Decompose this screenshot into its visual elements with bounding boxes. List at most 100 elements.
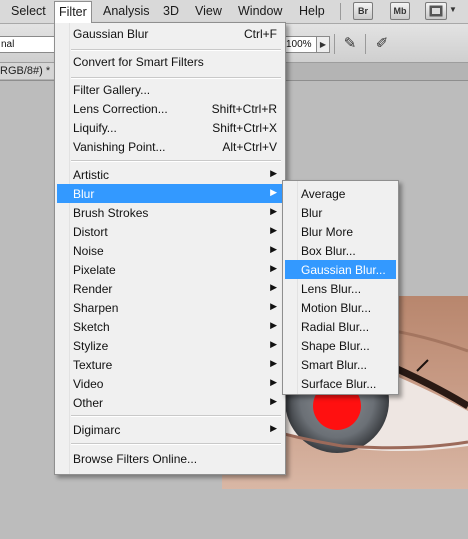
submenu-arrow-icon: ▶ bbox=[270, 244, 277, 254]
menu-analysis[interactable]: Analysis bbox=[103, 4, 150, 18]
options-divider bbox=[365, 34, 366, 54]
menu-item-label: Brush Strokes bbox=[73, 206, 149, 220]
menu-help[interactable]: Help bbox=[299, 4, 325, 18]
menu-item-label: Vanishing Point... bbox=[73, 140, 166, 154]
menu-item-label: Blur More bbox=[301, 225, 354, 239]
zoom-dropdown-icon[interactable]: ▶ bbox=[316, 36, 330, 53]
menu-item-shortcut: Alt+Ctrl+V bbox=[222, 140, 277, 154]
menu-item-render[interactable]: Render ▶ bbox=[57, 279, 283, 298]
menu-item-label: Sharpen bbox=[73, 301, 119, 315]
submenu-arrow-icon: ▶ bbox=[270, 423, 277, 433]
submenu-arrow-icon: ▶ bbox=[270, 358, 277, 368]
menu-item-label: Gaussian Blur bbox=[73, 27, 149, 41]
blur-submenu: Average Blur Blur More Box Blur... Gauss… bbox=[282, 180, 399, 395]
menu-item-label: Blur bbox=[301, 206, 323, 220]
menu-item-label: Sketch bbox=[73, 320, 110, 334]
menu-item-blur[interactable]: Blur ▶ bbox=[57, 184, 283, 203]
menu-item-noise[interactable]: Noise ▶ bbox=[57, 241, 283, 260]
menu-item-stylize[interactable]: Stylize ▶ bbox=[57, 336, 283, 355]
menu-item-other[interactable]: Other ▶ bbox=[57, 393, 283, 412]
chevron-down-icon[interactable]: ▼ bbox=[449, 5, 457, 14]
menu-item-label: Gaussian Blur... bbox=[301, 263, 386, 277]
menu-item-digimarc[interactable]: Digimarc ▶ bbox=[57, 420, 283, 439]
menu-item-label: Shape Blur... bbox=[301, 339, 370, 353]
submenu-arrow-icon: ▶ bbox=[270, 377, 277, 387]
submenu-item-blur[interactable]: Blur bbox=[285, 203, 396, 222]
submenu-item-blur-more[interactable]: Blur More bbox=[285, 222, 396, 241]
zoom-field[interactable]: 100% bbox=[283, 36, 317, 53]
menu-item-label: Video bbox=[73, 377, 104, 391]
menu-separator bbox=[71, 49, 281, 51]
submenu-item-surface-blur[interactable]: Surface Blur... bbox=[285, 374, 396, 393]
menu-item-label: Render bbox=[73, 282, 113, 296]
menu-item-label: Browse Filters Online... bbox=[73, 452, 198, 466]
menu-item-filter-gallery[interactable]: Filter Gallery... bbox=[57, 80, 283, 99]
menu-separator bbox=[71, 443, 281, 445]
menu-item-sharpen[interactable]: Sharpen ▶ bbox=[57, 298, 283, 317]
submenu-item-gaussian-blur[interactable]: Gaussian Blur... bbox=[285, 260, 396, 279]
menu-item-label: Other bbox=[73, 396, 104, 410]
submenu-item-shape-blur[interactable]: Shape Blur... bbox=[285, 336, 396, 355]
menu-item-video[interactable]: Video ▶ bbox=[57, 374, 283, 393]
submenu-item-motion-blur[interactable]: Motion Blur... bbox=[285, 298, 396, 317]
screen-mode-button[interactable] bbox=[425, 2, 447, 20]
menu-item-label: Box Blur... bbox=[301, 244, 356, 258]
document-tab[interactable]: RGB/8#) * bbox=[0, 63, 60, 79]
submenu-item-box-blur[interactable]: Box Blur... bbox=[285, 241, 396, 260]
tablet-pressure-icon[interactable]: ✐ bbox=[372, 34, 392, 54]
menu-item-liquify[interactable]: Liquify... Shift+Ctrl+X bbox=[57, 118, 283, 137]
menu-item-shortcut: Ctrl+F bbox=[244, 27, 277, 41]
menu-item-convert-smart-filters[interactable]: Convert for Smart Filters bbox=[57, 52, 283, 71]
menu-item-artistic[interactable]: Artistic ▶ bbox=[57, 165, 283, 184]
submenu-arrow-icon: ▶ bbox=[270, 187, 277, 197]
menu-item-label: Digimarc bbox=[73, 423, 121, 437]
menu-item-brush-strokes[interactable]: Brush Strokes ▶ bbox=[57, 203, 283, 222]
menu-view[interactable]: View bbox=[195, 4, 222, 18]
menu-item-pixelate[interactable]: Pixelate ▶ bbox=[57, 260, 283, 279]
submenu-arrow-icon: ▶ bbox=[270, 282, 277, 292]
menu-item-label: Filter Gallery... bbox=[73, 83, 151, 97]
menu-item-label: Lens Blur... bbox=[301, 282, 362, 296]
submenu-item-lens-blur[interactable]: Lens Blur... bbox=[285, 279, 396, 298]
submenu-arrow-icon: ▶ bbox=[270, 263, 277, 273]
mini-bridge-button[interactable]: Mb bbox=[390, 2, 410, 20]
menu-separator bbox=[71, 77, 281, 79]
menu-item-shortcut: Shift+Ctrl+X bbox=[212, 121, 277, 135]
menu-bar: Select Filter Analysis 3D View Window He… bbox=[0, 0, 468, 24]
filter-menu: Gaussian Blur Ctrl+F Convert for Smart F… bbox=[54, 22, 286, 475]
menu-item-label: Radial Blur... bbox=[301, 320, 370, 334]
menu-item-vanishing-point[interactable]: Vanishing Point... Alt+Ctrl+V bbox=[57, 137, 283, 156]
menu-3d[interactable]: 3D bbox=[163, 4, 179, 18]
menu-item-label: Convert for Smart Filters bbox=[73, 55, 204, 69]
submenu-arrow-icon: ▶ bbox=[270, 320, 277, 330]
menu-item-label: Smart Blur... bbox=[301, 358, 368, 372]
submenu-arrow-icon: ▶ bbox=[270, 396, 277, 406]
menu-window[interactable]: Window bbox=[238, 4, 282, 18]
menu-select[interactable]: Select bbox=[11, 4, 46, 18]
film-icon bbox=[429, 5, 443, 17]
submenu-item-average[interactable]: Average bbox=[285, 184, 396, 203]
menu-item-label: Distort bbox=[73, 225, 108, 239]
submenu-arrow-icon: ▶ bbox=[270, 339, 277, 349]
menu-filter[interactable]: Filter bbox=[54, 1, 92, 23]
menu-separator bbox=[71, 415, 281, 417]
menu-item-lens-correction[interactable]: Lens Correction... Shift+Ctrl+R bbox=[57, 99, 283, 118]
menu-item-label: Average bbox=[301, 187, 346, 201]
menu-item-texture[interactable]: Texture ▶ bbox=[57, 355, 283, 374]
menu-item-sketch[interactable]: Sketch ▶ bbox=[57, 317, 283, 336]
menu-item-label: Stylize bbox=[73, 339, 109, 353]
menubar-divider bbox=[340, 3, 341, 20]
submenu-item-radial-blur[interactable]: Radial Blur... bbox=[285, 317, 396, 336]
menu-item-browse-filters-online[interactable]: Browse Filters Online... bbox=[57, 449, 283, 468]
menu-item-last-filter[interactable]: Gaussian Blur Ctrl+F bbox=[57, 24, 283, 43]
airbrush-icon[interactable]: ✎ bbox=[340, 34, 360, 54]
menu-item-label: Surface Blur... bbox=[301, 377, 377, 391]
menu-item-label: Lens Correction... bbox=[73, 102, 168, 116]
mode-field[interactable]: nal bbox=[0, 36, 58, 53]
menu-item-label: Liquify... bbox=[73, 121, 117, 135]
menu-item-distort[interactable]: Distort ▶ bbox=[57, 222, 283, 241]
submenu-item-smart-blur[interactable]: Smart Blur... bbox=[285, 355, 396, 374]
menu-item-label: Noise bbox=[73, 244, 104, 258]
bridge-button[interactable]: Br bbox=[353, 2, 373, 20]
submenu-arrow-icon: ▶ bbox=[270, 206, 277, 216]
